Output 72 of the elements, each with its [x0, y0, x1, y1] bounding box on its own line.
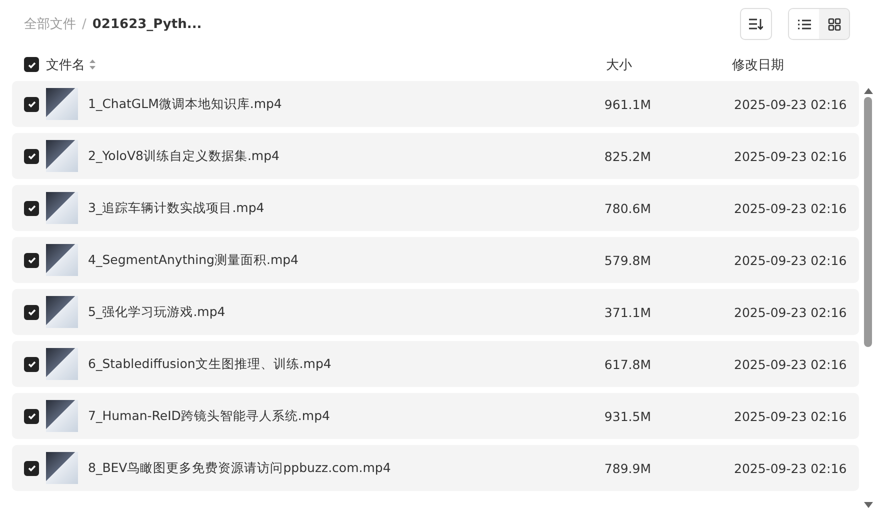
- video-thumbnail: [46, 296, 78, 328]
- file-name: 4_SegmentAnything测量面积.mp4: [88, 252, 300, 268]
- modified-date: 2025-09-23 02:16: [734, 304, 847, 320]
- checkbox[interactable]: [24, 148, 39, 164]
- modified-date: 2025-09-23 02:16: [734, 200, 847, 216]
- checkbox[interactable]: [24, 252, 39, 268]
- checkbox[interactable]: [24, 57, 39, 72]
- grid-icon: [828, 18, 840, 30]
- checkmark-icon: [26, 99, 36, 109]
- file-name: 1_ChatGLM微调本地知识库.mp4: [88, 96, 283, 112]
- modified-date: 2025-09-23 02:16: [734, 96, 847, 112]
- checkmark-icon: [26, 255, 36, 265]
- checkbox[interactable]: [24, 96, 39, 112]
- video-thumbnail: [46, 400, 78, 432]
- column-header[interactable]: 修改日期: [732, 56, 784, 74]
- file-row[interactable]: 7_Human-ReID跨镜头智能寻人系统.mp4 931.5M 2025-09-23 02:16: [12, 393, 859, 439]
- checkmark-icon: [26, 151, 36, 161]
- video-thumbnail: [46, 192, 78, 224]
- file-row[interactable]: 8_BEV鸟瞰图更多免费资源请访问ppbuzz.com.mp4 789.9M 2025-09-23 02:16: [12, 445, 859, 491]
- video-thumbnail: [46, 244, 78, 276]
- file-name: 7_Human-ReID跨镜头智能寻人系统.mp4: [88, 408, 331, 424]
- file-row[interactable]: 1_ChatGLM微调本地知识库.mp4 961.1M 2025-09-23 02:16: [12, 81, 859, 127]
- video-thumbnail: [46, 348, 78, 380]
- file-row[interactable]: 6_Stablediffusion文生图推理、训练.mp4 617.8M 2025-09-23 02:16: [12, 341, 859, 387]
- file-row[interactable]: 5_强化学习玩游戏.mp4 371.1M 2025-09-23 02:16: [12, 289, 859, 335]
- checkmark-icon: [26, 60, 36, 70]
- checkbox[interactable]: [24, 304, 39, 320]
- file-size: 780.6M: [603, 200, 651, 216]
- file-size: 961.1M: [603, 96, 651, 112]
- checkbox[interactable]: [24, 460, 39, 476]
- file-size: 579.8M: [603, 252, 651, 268]
- scroll-up-icon[interactable]: [864, 88, 872, 94]
- checkmark-icon: [26, 411, 36, 421]
- modified-date: 2025-09-23 02:16: [734, 252, 847, 268]
- scrollbar-thumb[interactable]: [864, 97, 872, 347]
- checkbox[interactable]: [24, 356, 39, 372]
- modified-date: 2025-09-23 02:16: [734, 148, 847, 164]
- file-size: 789.9M: [603, 460, 651, 476]
- breadcrumb-separator: /: [82, 16, 86, 32]
- list-icon: [798, 18, 810, 30]
- file-row[interactable]: 2_YoloV8训练自定义数据集.mp4 825.2M 2025-09-23 02:16: [12, 133, 859, 179]
- file-size: 825.2M: [603, 148, 651, 164]
- file-row[interactable]: 3_追踪车辆计数实战项目.mp4 780.6M 2025-09-23 02:16: [12, 185, 859, 231]
- modified-date: 2025-09-23 02:16: [734, 460, 847, 476]
- file-row[interactable]: 4_SegmentAnything测量面积.mp4 579.8M 2025-09-23 02:16: [12, 237, 859, 283]
- video-thumbnail: [46, 88, 78, 120]
- checkmark-icon: [26, 203, 36, 213]
- video-thumbnail: [46, 452, 78, 484]
- scroll-down-icon[interactable]: [864, 502, 872, 508]
- current-folder: 021623_Pyth...: [92, 16, 202, 32]
- file-size: 617.8M: [603, 356, 651, 372]
- checkbox[interactable]: [24, 408, 39, 424]
- list-view-button[interactable]: [789, 9, 819, 39]
- sort-button[interactable]: [740, 8, 772, 40]
- checkmark-icon: [26, 307, 36, 317]
- file-name: 3_追踪车辆计数实战项目.mp4: [88, 200, 266, 216]
- column-header[interactable]: 文件名: [46, 56, 85, 74]
- sort-icon[interactable]: [89, 59, 96, 70]
- modified-date: 2025-09-23 02:16: [734, 356, 847, 372]
- checkmark-icon: [26, 463, 36, 473]
- file-name: 8_BEV鸟瞰图更多免费资源请访问ppbuzz.com.mp4: [88, 460, 392, 476]
- file-name: 5_强化学习玩游戏.mp4: [88, 304, 226, 320]
- file-size: 931.5M: [603, 408, 651, 424]
- file-name: 2_YoloV8训练自定义数据集.mp4: [88, 148, 280, 164]
- sort-icon: [749, 18, 763, 30]
- checkmark-icon: [26, 359, 36, 369]
- checkbox[interactable]: [24, 200, 39, 216]
- file-name: 6_Stablediffusion文生图推理、训练.mp4: [88, 356, 332, 372]
- modified-date: 2025-09-23 02:16: [734, 408, 847, 424]
- video-thumbnail: [46, 140, 78, 172]
- file-size: 371.1M: [603, 304, 651, 320]
- column-header[interactable]: 大小: [606, 56, 732, 74]
